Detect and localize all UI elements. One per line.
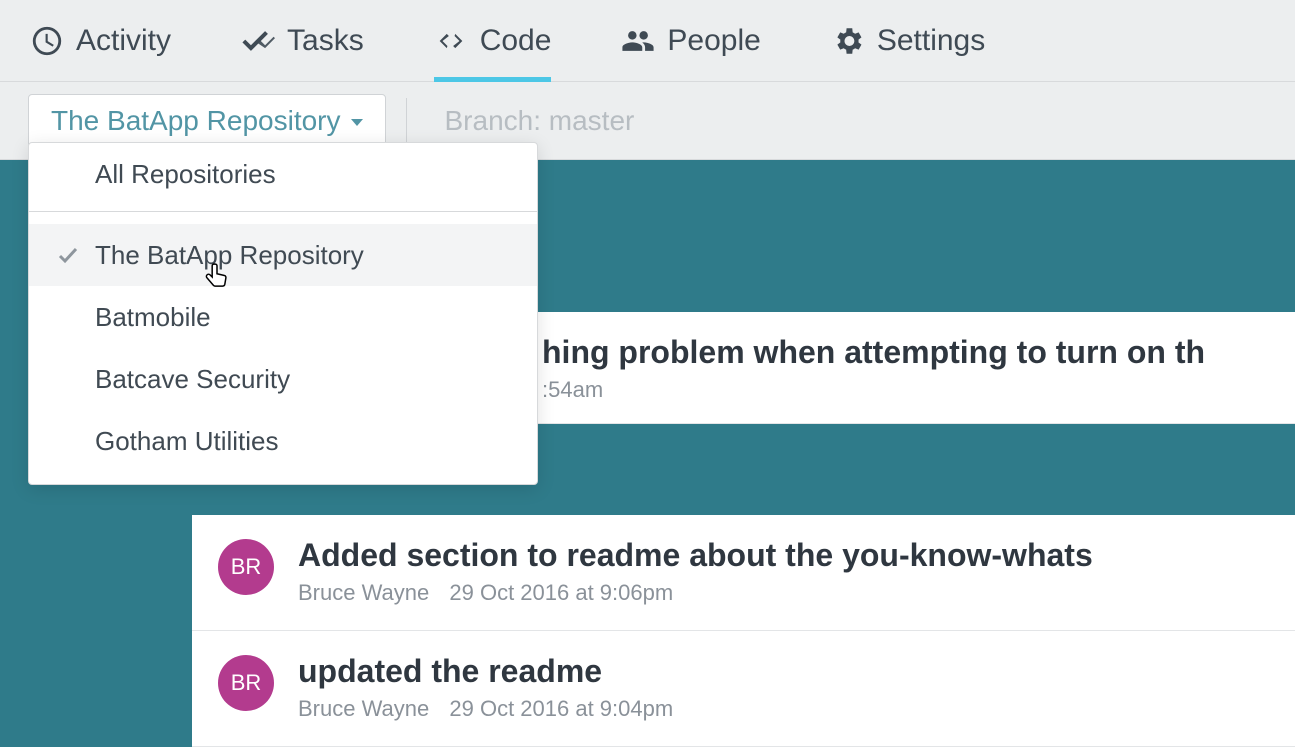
- branch-label: Branch: master: [445, 105, 635, 136]
- commit-author: Bruce Wayne: [298, 696, 429, 721]
- dropdown-item-label: Batcave Security: [95, 364, 290, 395]
- commit-row[interactable]: BR updated the readme Bruce Wayne 29 Oct…: [192, 631, 1295, 747]
- filter-bar: The BatApp Repository Branch: master All…: [0, 82, 1295, 160]
- avatar: BR: [218, 655, 274, 711]
- nav-label: Activity: [76, 24, 171, 58]
- dropdown-item-label: The BatApp Repository: [95, 240, 364, 271]
- dropdown-item-gotham[interactable]: Gotham Utilities: [29, 410, 537, 472]
- nav-label: Tasks: [287, 24, 364, 58]
- dropdown-separator: [29, 211, 537, 212]
- nav-tasks[interactable]: Tasks: [241, 0, 364, 82]
- commit-row[interactable]: BR Added section to readme about the you…: [192, 515, 1295, 631]
- nav-code[interactable]: Code: [434, 0, 552, 82]
- check-slot: [49, 243, 87, 267]
- nav-activity[interactable]: Activity: [30, 0, 171, 82]
- avatar-initials: BR: [231, 670, 262, 696]
- clock-icon: [30, 24, 64, 58]
- dropdown-all-repos[interactable]: All Repositories: [29, 143, 537, 205]
- commit-author: Bruce Wayne: [298, 580, 429, 605]
- nav-label: Code: [480, 24, 552, 58]
- vertical-divider: [406, 98, 407, 144]
- gear-icon: [831, 24, 865, 58]
- code-icon: [434, 24, 468, 58]
- dropdown-item-label: Gotham Utilities: [95, 426, 279, 457]
- nav-people[interactable]: People: [621, 0, 760, 82]
- nav-label: People: [667, 24, 760, 58]
- top-nav: Activity Tasks Code People Settings: [0, 0, 1295, 82]
- caret-down-icon: [351, 119, 363, 126]
- commit-list: BR Added section to readme about the you…: [192, 515, 1295, 747]
- commit-timestamp: 29 Oct 2016 at 9:04pm: [449, 696, 673, 721]
- avatar-initials: BR: [231, 554, 262, 580]
- repo-selector[interactable]: The BatApp Repository: [28, 94, 386, 148]
- dropdown-item-label: Batmobile: [95, 302, 211, 333]
- commit-title: updated the readme: [298, 653, 673, 690]
- double-check-icon: [241, 24, 275, 58]
- nav-settings[interactable]: Settings: [831, 0, 985, 82]
- dropdown-item-batmobile[interactable]: Batmobile: [29, 286, 537, 348]
- nav-label: Settings: [877, 24, 985, 58]
- dropdown-item-batcave[interactable]: Batcave Security: [29, 348, 537, 410]
- commit-title: Added section to readme about the you-kn…: [298, 537, 1093, 574]
- repo-dropdown: All Repositories The BatApp Repository B…: [28, 142, 538, 485]
- people-icon: [621, 24, 655, 58]
- commit-timestamp: :54am: [542, 377, 603, 402]
- avatar: BR: [218, 539, 274, 595]
- commit-title: hing problem when attempting to turn on …: [542, 334, 1205, 371]
- dropdown-item-label: All Repositories: [95, 159, 276, 190]
- repo-selector-label: The BatApp Repository: [51, 105, 341, 137]
- commit-meta: Bruce Wayne 29 Oct 2016 at 9:06pm: [298, 580, 1093, 606]
- branch-selector[interactable]: Branch: master: [427, 95, 653, 147]
- commit-timestamp: 29 Oct 2016 at 9:06pm: [449, 580, 673, 605]
- commit-meta: :54am: [542, 377, 1205, 403]
- commit-meta: Bruce Wayne 29 Oct 2016 at 9:04pm: [298, 696, 673, 722]
- dropdown-item-batapp[interactable]: The BatApp Repository: [29, 224, 537, 286]
- check-icon: [56, 243, 80, 267]
